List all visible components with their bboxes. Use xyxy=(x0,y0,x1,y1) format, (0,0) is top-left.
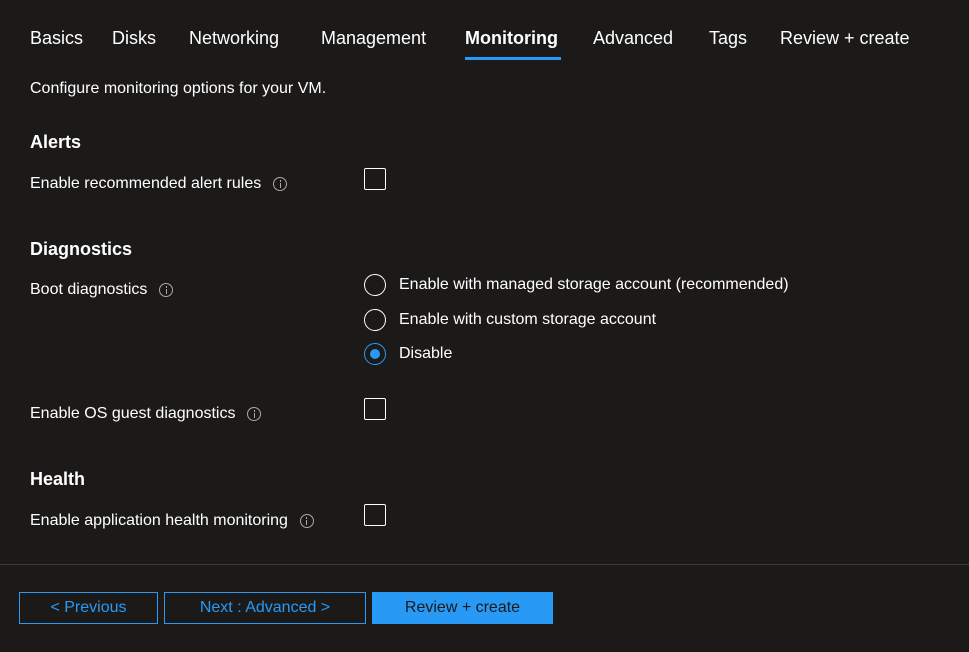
tab-advanced[interactable]: Advanced xyxy=(593,26,673,50)
diagnostics-section-title: Diagnostics xyxy=(30,239,133,259)
radio-option-label: Disable xyxy=(399,345,453,362)
tab-disks[interactable]: Disks xyxy=(112,26,156,50)
os-guest-diagnostics-label: Enable OS guest diagnostics xyxy=(30,403,262,425)
info-icon[interactable] xyxy=(159,283,174,297)
tab-management[interactable]: Management xyxy=(321,26,426,50)
radio-option-label: Enable with custom storage account xyxy=(399,311,657,328)
app-health-monitoring-checkbox[interactable] xyxy=(364,504,386,526)
boot-diagnostics-text: Boot diagnostics xyxy=(30,281,148,298)
info-icon[interactable] xyxy=(273,177,288,191)
radio-button[interactable] xyxy=(364,274,386,296)
radio-option-label: Enable with managed storage account (rec… xyxy=(399,276,789,293)
tab-monitoring[interactable]: Monitoring xyxy=(465,26,558,50)
os-guest-diagnostics-text: Enable OS guest diagnostics xyxy=(30,405,236,422)
tab-review-create[interactable]: Review + create xyxy=(780,26,910,50)
app-health-monitoring-text: Enable application health monitoring xyxy=(30,512,288,529)
radio-button-selected[interactable] xyxy=(364,343,386,365)
health-section-title: Health xyxy=(30,469,86,489)
boot-diagnostics-option-custom[interactable]: Enable with custom storage account xyxy=(364,309,656,331)
previous-button[interactable]: < Previous xyxy=(19,592,158,624)
alerts-section-title: Alerts xyxy=(30,132,82,152)
tab-networking[interactable]: Networking xyxy=(189,26,279,50)
app-health-monitoring-label: Enable application health monitoring xyxy=(30,510,314,532)
next-advanced-button[interactable]: Next : Advanced > xyxy=(164,592,366,624)
recommended-alert-rules-text: Enable recommended alert rules xyxy=(30,175,262,192)
radio-button[interactable] xyxy=(364,309,386,331)
tab-tags[interactable]: Tags xyxy=(709,26,747,50)
recommended-alert-rules-checkbox[interactable] xyxy=(364,168,386,190)
boot-diagnostics-label: Boot diagnostics xyxy=(30,279,174,301)
page-description: Configure monitoring options for your VM… xyxy=(30,80,327,97)
review-create-button[interactable]: Review + create xyxy=(372,592,553,624)
boot-diagnostics-option-disable[interactable]: Disable xyxy=(364,343,452,365)
os-guest-diagnostics-checkbox[interactable] xyxy=(364,398,386,420)
recommended-alert-rules-label: Enable recommended alert rules xyxy=(30,173,288,195)
info-icon[interactable] xyxy=(299,514,314,528)
boot-diagnostics-option-managed[interactable]: Enable with managed storage account (rec… xyxy=(364,274,789,296)
footer-divider xyxy=(0,564,969,565)
info-icon[interactable] xyxy=(247,407,262,421)
active-tab-indicator xyxy=(465,57,561,60)
tab-basics[interactable]: Basics xyxy=(30,26,83,50)
tab-bar: Basics Disks Networking Management Monit… xyxy=(0,0,969,62)
